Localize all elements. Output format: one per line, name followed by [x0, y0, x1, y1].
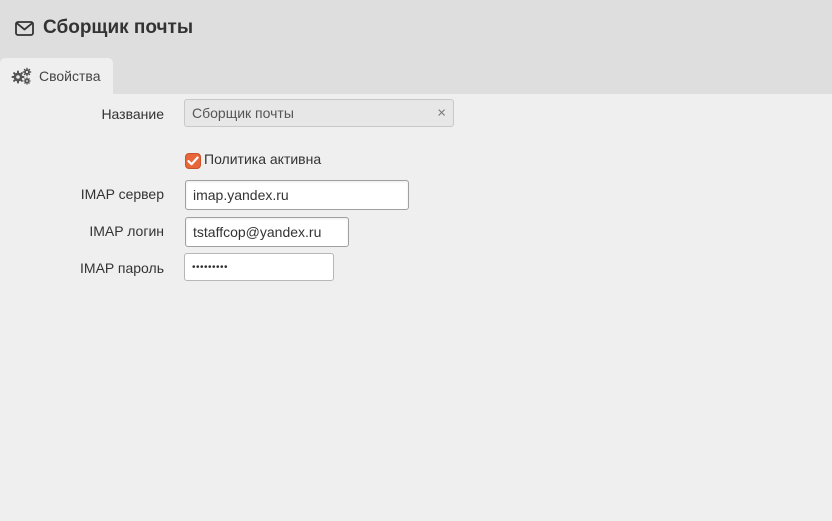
mail-collector-page: Сборщик почты Свойства Название Сборщик … — [0, 0, 832, 521]
policy-active-checkbox[interactable] — [185, 153, 201, 169]
imap-server-label: IMAP сервер — [80, 186, 164, 202]
imap-login-input[interactable]: tstaffcop@yandex.ru — [185, 217, 349, 247]
title-row: Сборщик почты — [14, 16, 193, 40]
imap-password-value: ••••••••• — [192, 261, 229, 273]
imap-server-input[interactable]: imap.yandex.ru — [185, 180, 409, 210]
clear-icon[interactable]: × — [437, 106, 446, 121]
name-value: Сборщик почты — [192, 105, 294, 121]
page-title: Сборщик почты — [43, 17, 194, 38]
checkmark-icon — [187, 156, 199, 166]
envelope-icon — [14, 18, 34, 38]
imap-server-value: imap.yandex.ru — [193, 187, 289, 203]
imap-login-label: IMAP логин — [89, 223, 164, 239]
header: Сборщик почты Свойства — [0, 0, 832, 94]
tab-properties[interactable]: Свойства — [0, 58, 113, 94]
imap-password-input[interactable]: ••••••••• — [184, 253, 334, 281]
tab-properties-label: Свойства — [39, 68, 101, 84]
gears-icon — [11, 67, 33, 85]
imap-password-label: IMAP пароль — [80, 260, 164, 276]
imap-login-value: tstaffcop@yandex.ru — [193, 224, 322, 240]
name-label: Название — [101, 106, 164, 122]
policy-active-label: Политика активна — [204, 151, 322, 167]
name-field[interactable]: Сборщик почты × — [184, 99, 454, 127]
